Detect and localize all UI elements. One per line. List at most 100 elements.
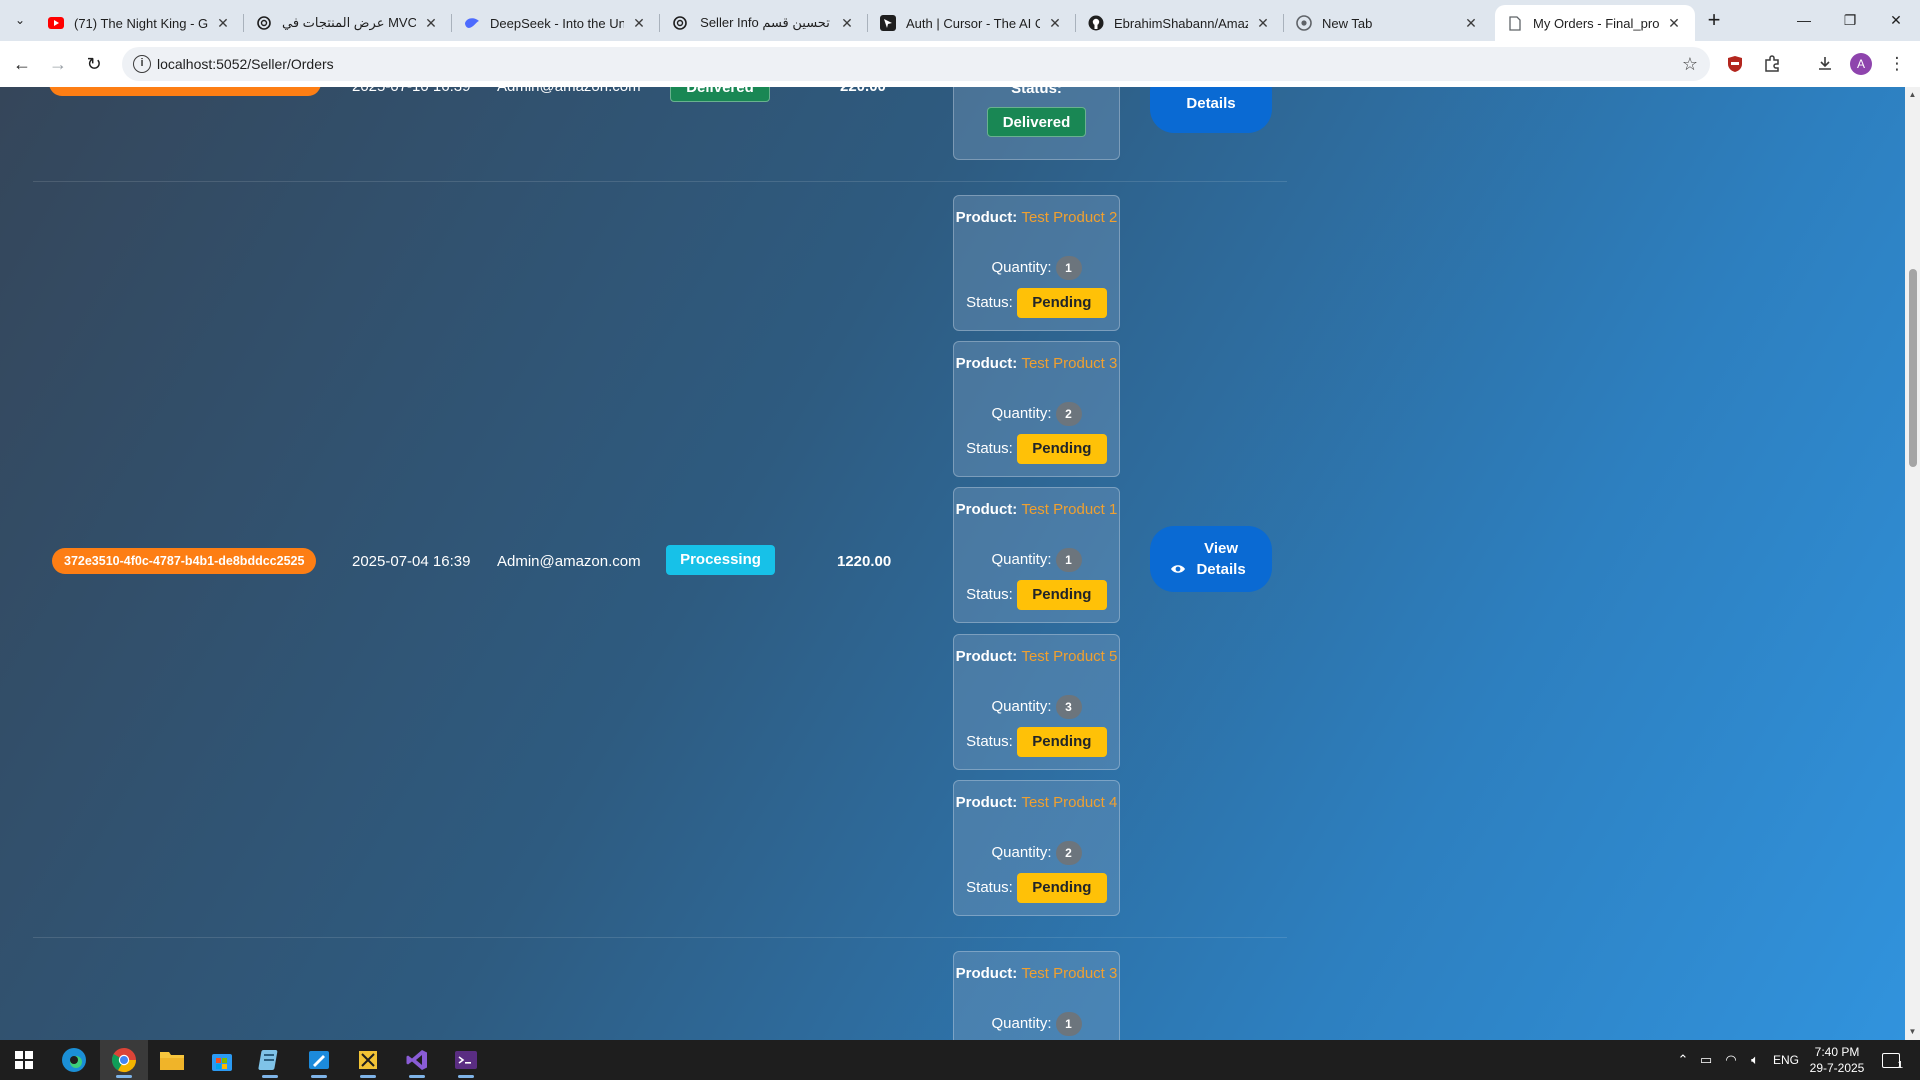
visual-studio-icon[interactable] bbox=[393, 1040, 441, 1080]
item-status-badge: Pending bbox=[1016, 873, 1107, 904]
product-name: Test Product 5 bbox=[1021, 648, 1118, 665]
site-info-icon[interactable]: i bbox=[133, 55, 151, 73]
tab-chatgpt-seller-info[interactable]: Seller Info تحسين قسم ✕ bbox=[660, 5, 868, 41]
wifi-icon[interactable]: ◠ bbox=[1720, 1040, 1742, 1080]
address-bar[interactable]: i localhost:5052/Seller/Orders ☆ bbox=[122, 47, 1710, 81]
product-name: Test Product 3 bbox=[1021, 355, 1118, 372]
order-item-card: Product: Test Product 1 Quantity: 1 Statu… bbox=[953, 487, 1120, 623]
language-indicator[interactable]: ENG bbox=[1770, 1040, 1802, 1080]
new-tab-plus-icon[interactable]: + bbox=[1702, 9, 1726, 33]
tab-new-tab[interactable]: New Tab ✕ bbox=[1284, 5, 1492, 41]
order-item-card: Product: Test Product 4 Quantity: 2 Statu… bbox=[953, 780, 1120, 916]
notification-count: 1 bbox=[1897, 1060, 1903, 1071]
tab-youtube[interactable]: (71) The Night King - Gam ✕ bbox=[36, 5, 244, 41]
close-tab-icon[interactable]: ✕ bbox=[630, 14, 648, 32]
bookmark-star-icon[interactable]: ☆ bbox=[1682, 47, 1698, 81]
store-icon[interactable] bbox=[198, 1040, 246, 1080]
tab-strip: ⌄ (71) The Night King - Gam ✕ عرض المنتج… bbox=[0, 0, 1920, 41]
quantity-label: Quantity: bbox=[991, 405, 1052, 422]
shield-extension-icon[interactable] bbox=[1721, 50, 1749, 78]
page-scrollbar[interactable]: ▲ ▼ bbox=[1905, 87, 1920, 1040]
quantity-badge: 3 bbox=[1055, 695, 1082, 720]
extensions-puzzle-icon[interactable] bbox=[1758, 50, 1786, 78]
view-details-button[interactable]: View Details bbox=[1150, 526, 1272, 592]
quantity-label: Quantity: bbox=[991, 551, 1052, 568]
system-clock[interactable]: 7:40 PM 29-7-2025 bbox=[1803, 1044, 1871, 1076]
download-icon[interactable] bbox=[1811, 50, 1839, 78]
order-item-card: Product: Test Product 3 Quantity: 2 Statu… bbox=[953, 341, 1120, 477]
clock-date: 29-7-2025 bbox=[1809, 1061, 1865, 1075]
tab-search-chevron-icon[interactable]: ⌄ bbox=[9, 9, 31, 31]
minimize-icon[interactable]: — bbox=[1781, 0, 1827, 41]
tab-title: New Tab bbox=[1322, 15, 1373, 31]
quantity-badge: 2 bbox=[1055, 402, 1082, 427]
product-label: Product: bbox=[955, 965, 1018, 982]
product-name: Test Product 2 bbox=[1021, 209, 1118, 226]
item-status-badge: Pending bbox=[1016, 580, 1107, 611]
tab-title: Auth | Cursor - The AI Co bbox=[906, 15, 1040, 31]
tab-chatgpt-mvc[interactable]: عرض المنتجات في MVC ✕ bbox=[244, 5, 452, 41]
close-tab-icon[interactable]: ✕ bbox=[838, 14, 856, 32]
volume-icon[interactable]: 🔈︎ bbox=[1744, 1040, 1766, 1080]
product-label: Product: bbox=[955, 209, 1018, 226]
url-text[interactable]: localhost:5052/Seller/Orders bbox=[157, 47, 334, 81]
chrome-icon[interactable] bbox=[100, 1040, 148, 1080]
notepad-icon[interactable] bbox=[246, 1040, 294, 1080]
tab-cursor[interactable]: Auth | Cursor - The AI Co ✕ bbox=[868, 5, 1076, 41]
tab-title: EbrahimShabann/Amazon bbox=[1114, 15, 1248, 31]
close-tab-icon[interactable]: ✕ bbox=[1254, 14, 1272, 32]
tab-title: (71) The Night King - Gam bbox=[74, 15, 208, 31]
view-details-button[interactable]: Details bbox=[1150, 87, 1272, 133]
tab-deepseek[interactable]: DeepSeek - Into the Unkn ✕ bbox=[452, 5, 660, 41]
tab-my-orders[interactable]: My Orders - Final_project ✕ bbox=[1495, 5, 1695, 41]
edge-icon[interactable] bbox=[50, 1040, 98, 1080]
back-arrow-icon[interactable]: ← bbox=[8, 50, 36, 78]
battery-icon[interactable]: ▭ bbox=[1695, 1040, 1717, 1080]
quantity-label: Quantity: bbox=[991, 259, 1052, 276]
quantity-label: Quantity: bbox=[991, 844, 1052, 861]
openai-icon bbox=[256, 15, 272, 31]
order-date: 2025-07-10 16:39 bbox=[352, 87, 470, 95]
close-tab-icon[interactable]: ✕ bbox=[422, 14, 440, 32]
windows-taskbar: ⌃ ▭ ◠ 🔈︎ ENG 7:40 PM 29-7-2025 1 bbox=[0, 1040, 1920, 1080]
status-label: Status: bbox=[966, 879, 1013, 896]
close-tab-icon[interactable]: ✕ bbox=[1046, 14, 1064, 32]
restore-icon[interactable]: ❐ bbox=[1827, 0, 1873, 41]
notification-center-icon[interactable]: 1 bbox=[1876, 1040, 1906, 1080]
close-tab-icon[interactable]: ✕ bbox=[214, 14, 232, 32]
tab-title: Seller Info تحسين قسم bbox=[700, 15, 830, 30]
scrollbar-thumb[interactable] bbox=[1909, 269, 1917, 467]
order-total: 1220.00 bbox=[837, 553, 892, 570]
order-item-card: Product: Test Product 3 Quantity: 1 bbox=[953, 951, 1120, 1040]
scroll-down-arrow-icon[interactable]: ▼ bbox=[1908, 1027, 1917, 1036]
product-label: Product: bbox=[955, 794, 1018, 811]
item-status-badge: Delivered bbox=[987, 107, 1086, 137]
scroll-up-arrow-icon[interactable]: ▲ bbox=[1908, 90, 1917, 99]
close-tab-icon[interactable]: ✕ bbox=[1665, 14, 1683, 32]
order-status-badge: Delivered bbox=[670, 87, 770, 102]
youtube-icon bbox=[48, 15, 64, 31]
close-tab-icon[interactable]: ✕ bbox=[1462, 14, 1480, 32]
tab-title: My Orders - Final_project bbox=[1533, 15, 1659, 31]
view-details-label: View Details bbox=[1196, 540, 1246, 578]
file-explorer-icon[interactable] bbox=[148, 1040, 196, 1080]
tab-github[interactable]: EbrahimShabann/Amazon ✕ bbox=[1076, 5, 1284, 41]
more-menu-icon[interactable]: ⋮ bbox=[1883, 50, 1911, 78]
profile-avatar[interactable]: A bbox=[1847, 50, 1875, 78]
order-item-card: Product: Test Product 5 Quantity: 3 Statu… bbox=[953, 634, 1120, 770]
paint-icon[interactable] bbox=[295, 1040, 343, 1080]
terminal-icon[interactable] bbox=[442, 1040, 490, 1080]
item-status-badge: Pending bbox=[1016, 727, 1107, 758]
status-label: Status: bbox=[966, 733, 1013, 750]
product-label: Product: bbox=[955, 648, 1018, 665]
show-hidden-icons-chevron-icon[interactable]: ⌃ bbox=[1672, 1040, 1694, 1080]
close-window-icon[interactable]: ✕ bbox=[1873, 0, 1919, 41]
github-icon bbox=[1088, 15, 1104, 31]
start-icon[interactable] bbox=[0, 1040, 48, 1080]
sql-icon[interactable] bbox=[344, 1040, 392, 1080]
forward-arrow-icon[interactable]: → bbox=[44, 50, 72, 78]
tab-title: DeepSeek - Into the Unkn bbox=[490, 15, 624, 31]
customer-email: Admin@amazon.com bbox=[497, 553, 641, 570]
quantity-badge: 2 bbox=[1055, 841, 1082, 866]
reload-icon[interactable]: ↻ bbox=[80, 50, 108, 78]
